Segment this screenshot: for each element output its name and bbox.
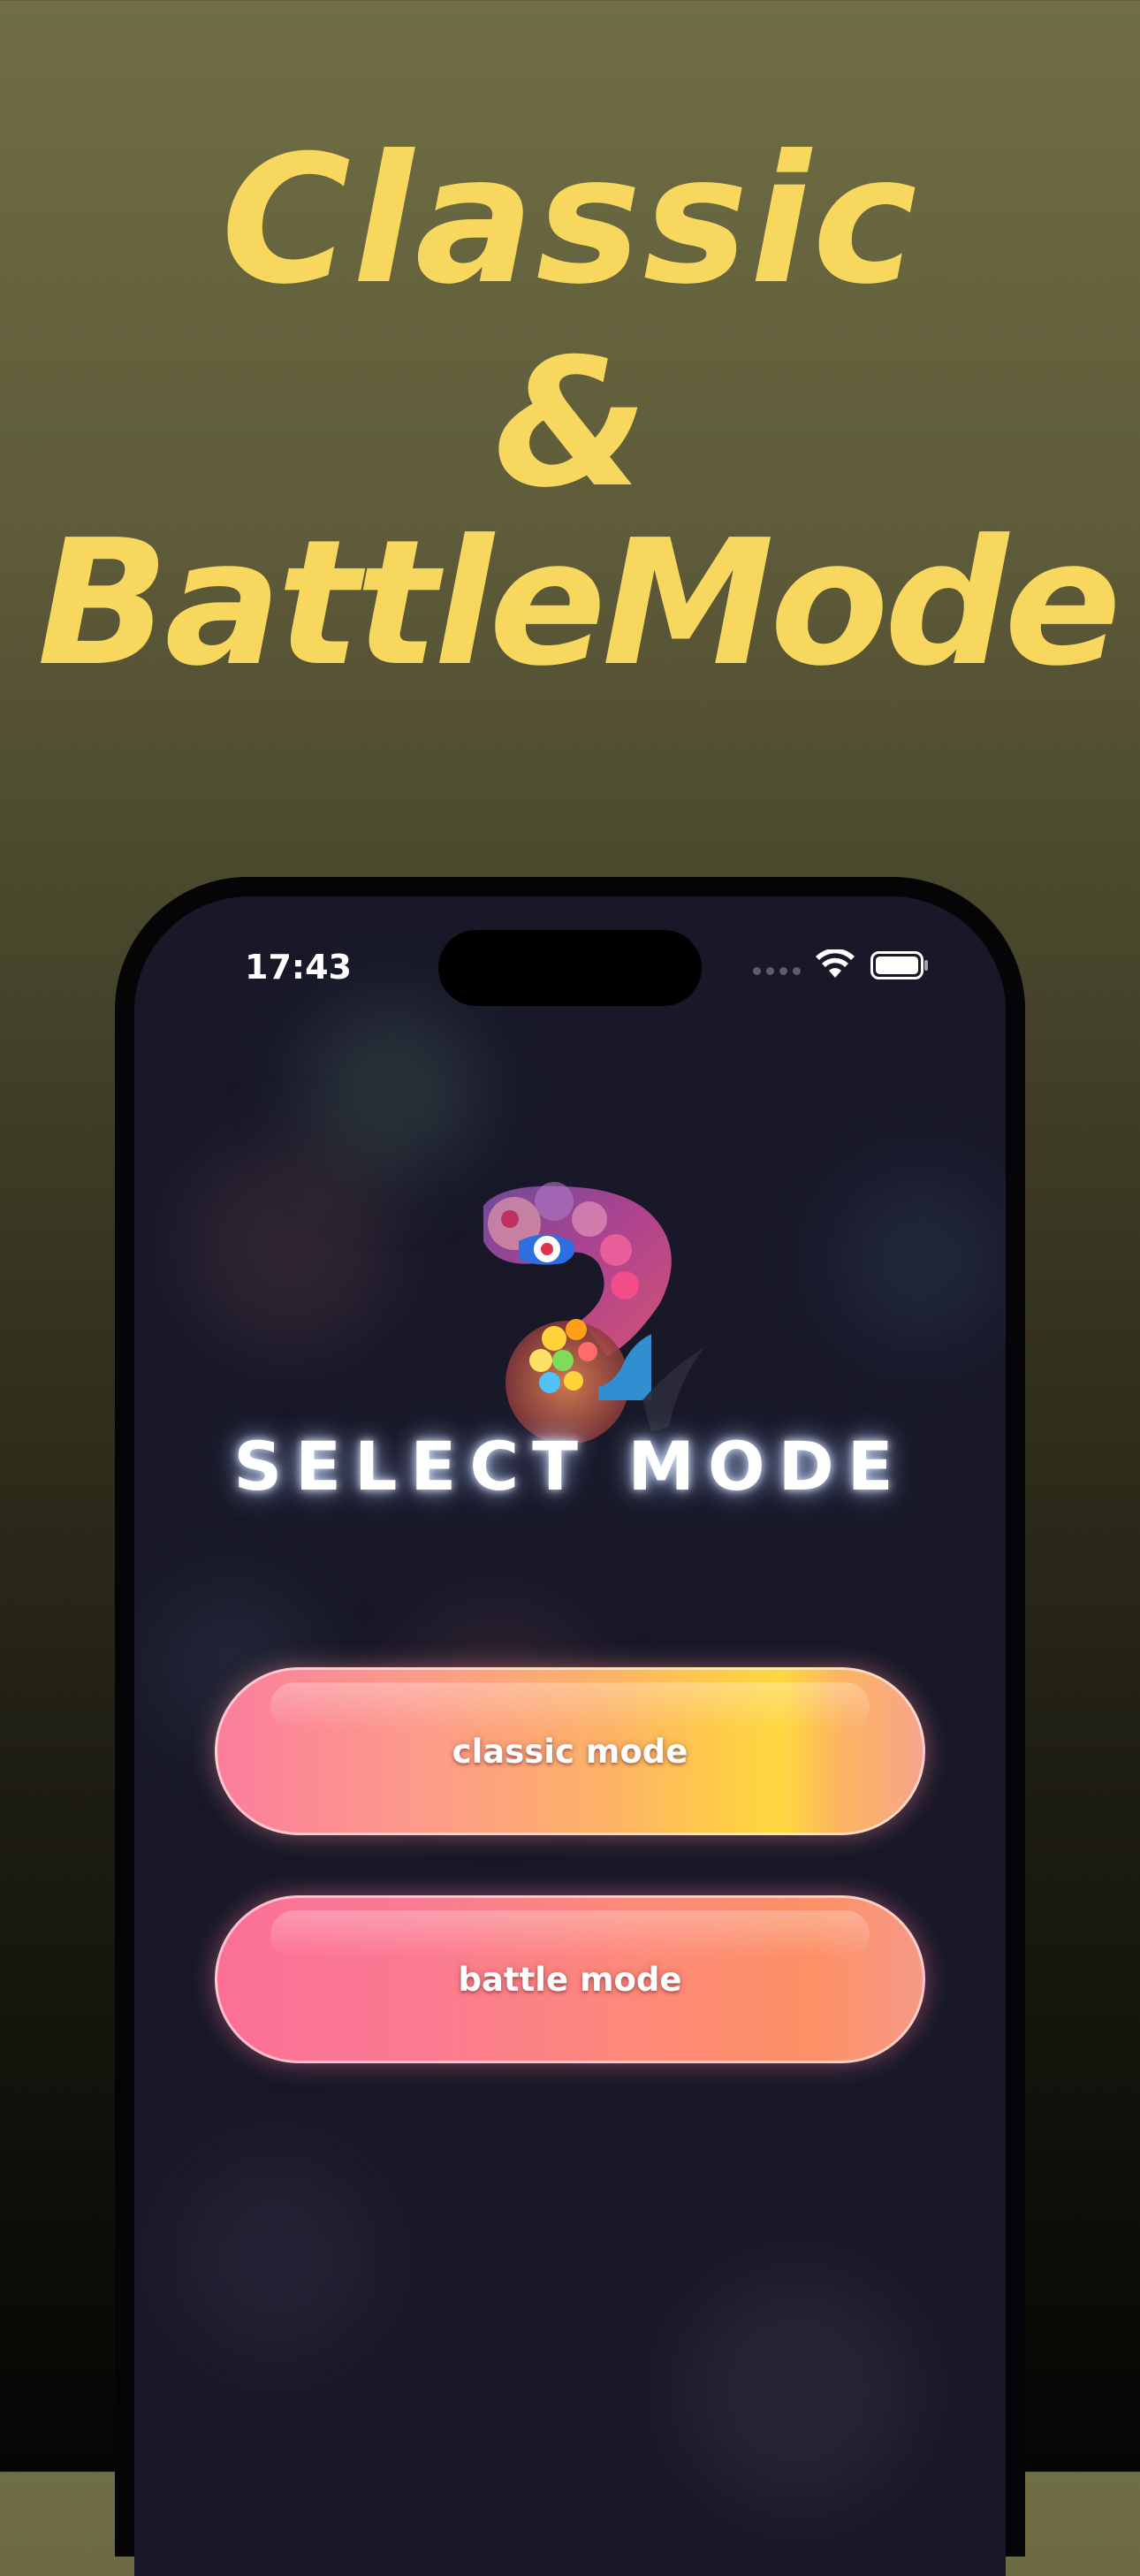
classic-mode-label: classic mode: [452, 1732, 688, 1771]
promo-title-battlemode: BattleMode: [36, 503, 1121, 705]
phone-frame: 17:43 SELECT MODE classic mode battle mo…: [115, 877, 1025, 2576]
cellular-signal-icon: [753, 967, 801, 975]
background-bokeh: [187, 1144, 391, 1347]
status-time: 17:43: [245, 948, 352, 987]
background-bokeh: [832, 1170, 1006, 1347]
chameleon-logo-icon: [483, 1182, 704, 1444]
dynamic-island: [438, 930, 702, 1006]
battle-mode-button[interactable]: battle mode: [215, 1895, 925, 2063]
background-bokeh: [682, 2275, 912, 2505]
promo-heading: Classic & BattleMode: [0, 0, 1140, 796]
classic-mode-button[interactable]: classic mode: [215, 1667, 925, 1835]
battery-icon: [870, 951, 928, 979]
background-bokeh: [170, 2152, 382, 2364]
app-screen: 17:43 SELECT MODE classic mode battle mo…: [134, 896, 1006, 2576]
wifi-icon: [816, 949, 855, 978]
battle-mode-label: battle mode: [458, 1960, 682, 1999]
promo-title-ampersand: &: [493, 321, 648, 527]
select-mode-title: SELECT MODE: [233, 1427, 907, 1505]
promo-title-classic: Classic: [221, 118, 919, 324]
